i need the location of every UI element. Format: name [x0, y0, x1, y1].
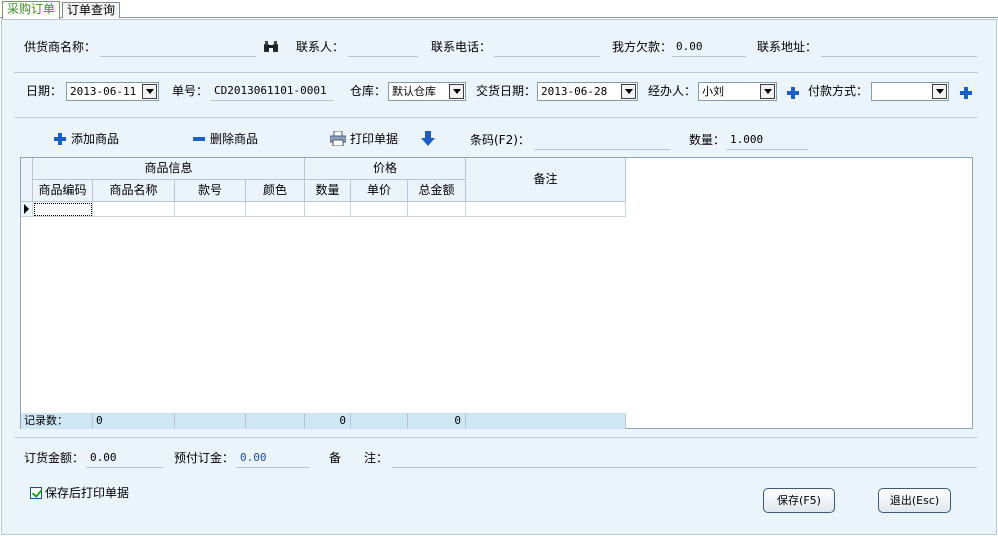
quantity-value[interactable]: 1.000 [726, 132, 808, 150]
remark-input[interactable] [392, 450, 977, 468]
cell-quantity[interactable] [305, 202, 351, 217]
supplier-label: 供货商名称： [24, 40, 97, 54]
barcode-label: 条码(F2)： [470, 133, 530, 147]
column-header-code[interactable]: 商品编码 [33, 180, 93, 202]
chevron-down-icon[interactable] [760, 84, 775, 99]
phone-label: 联系电话： [431, 40, 492, 54]
chevron-down-icon[interactable] [449, 84, 464, 99]
remark-label-a: 备 [329, 451, 342, 465]
cell-color[interactable] [246, 202, 305, 217]
warehouse-value: 默认仓库 [392, 85, 436, 98]
add-product-button[interactable]: 添加商品 [71, 131, 119, 147]
number-label: 单号： [172, 84, 209, 98]
divider [14, 117, 978, 118]
column-header-unit-price[interactable]: 单价 [351, 180, 408, 202]
delivery-date-picker[interactable]: 2013-06-28 [537, 82, 638, 101]
column-header-total[interactable]: 总金额 [408, 180, 466, 202]
tab-order-query[interactable]: 订单查询 [62, 2, 121, 18]
deposit-label: 预付订金： [174, 451, 235, 465]
chevron-down-icon[interactable] [621, 84, 636, 99]
cell-style[interactable] [175, 202, 246, 217]
warehouse-select[interactable]: 默认仓库 [388, 82, 466, 101]
divider [14, 72, 978, 73]
cell-unit-price[interactable] [351, 202, 408, 217]
payment-label: 付款方式： [808, 84, 869, 98]
save-button[interactable]: 保存(F5) [763, 488, 835, 513]
date-label: 日期： [26, 84, 63, 98]
delete-product-button[interactable]: 删除商品 [210, 131, 258, 147]
footer-amount-total: 0 [408, 413, 466, 429]
supplier-field[interactable] [100, 39, 256, 57]
add-product-plus-icon[interactable] [54, 133, 66, 145]
printer-icon[interactable] [329, 130, 347, 147]
column-header-color[interactable]: 颜色 [246, 180, 305, 202]
cell-total[interactable] [408, 202, 466, 217]
print-receipt-button[interactable]: 打印单据 [350, 131, 398, 147]
tab-purchase-order[interactable]: 采购订单 [2, 1, 61, 19]
add-handler-plus-icon[interactable] [787, 87, 799, 99]
address-field[interactable] [821, 39, 977, 57]
current-row-indicator [21, 202, 33, 217]
records-label: 记录数： [21, 413, 93, 429]
footer-cell [351, 413, 408, 429]
binoculars-icon[interactable] [263, 41, 279, 53]
contact-field[interactable] [348, 39, 418, 57]
barcode-input[interactable] [534, 132, 670, 150]
remark-label-b: 注： [364, 451, 389, 465]
debt-value: 0.00 [672, 39, 746, 57]
payment-select[interactable] [871, 82, 949, 101]
order-number: CD2013061101-0001 [210, 83, 334, 101]
footer-cell [466, 413, 626, 429]
product-grid[interactable]: 商品信息 价格 备注 商品编码 商品名称 款号 颜色 数量 单价 总金额 记录数… [20, 157, 973, 429]
footer-quantity-total: 0 [305, 413, 351, 429]
group-header-product: 商品信息 [33, 158, 305, 180]
delete-product-minus-icon[interactable] [193, 137, 205, 141]
handler-select[interactable]: 小刘 [698, 82, 777, 101]
row-pointer-icon [24, 204, 29, 214]
quantity-label: 数量： [689, 133, 726, 147]
cell-code[interactable] [33, 202, 93, 217]
cell-name[interactable] [93, 202, 175, 217]
date-value: 2013-06-11 [70, 85, 137, 98]
handler-label: 经办人： [648, 84, 697, 98]
order-amount-value: 0.00 [86, 450, 163, 468]
print-after-save-checkbox[interactable] [30, 487, 42, 499]
column-header-remark[interactable]: 备注 [466, 158, 626, 202]
order-amount-label: 订货金额： [24, 451, 85, 465]
records-count: 0 [93, 413, 175, 429]
group-header-price: 价格 [305, 158, 466, 180]
arrow-down-icon[interactable] [421, 131, 435, 146]
delivery-date-value: 2013-06-28 [541, 85, 608, 98]
delivery-date-label: 交货日期： [476, 84, 537, 98]
phone-field[interactable] [494, 39, 600, 57]
date-picker[interactable]: 2013-06-11 [66, 82, 159, 101]
chevron-down-icon[interactable] [142, 84, 157, 99]
chevron-down-icon[interactable] [932, 84, 947, 99]
column-header-style[interactable]: 款号 [175, 180, 246, 202]
divider [14, 437, 978, 438]
handler-value: 小刘 [702, 85, 724, 98]
exit-button[interactable]: 退出(Esc) [878, 488, 951, 513]
add-payment-plus-icon[interactable] [960, 87, 972, 99]
debt-label: 我方欠款： [612, 40, 673, 54]
warehouse-label: 仓库： [350, 84, 387, 98]
deposit-input[interactable]: 0.00 [236, 450, 310, 468]
footer-cell [175, 413, 246, 429]
row-indicator-header [21, 158, 33, 202]
print-after-save-label[interactable]: 保存后打印单据 [45, 485, 129, 501]
tab-bar: 采购订单 订单查询 [0, 0, 998, 19]
cell-remark[interactable] [466, 202, 626, 217]
column-header-name[interactable]: 商品名称 [93, 180, 175, 202]
contact-label: 联系人： [296, 40, 345, 54]
footer-cell [246, 413, 305, 429]
column-header-quantity[interactable]: 数量 [305, 180, 351, 202]
address-label: 联系地址： [757, 40, 818, 54]
